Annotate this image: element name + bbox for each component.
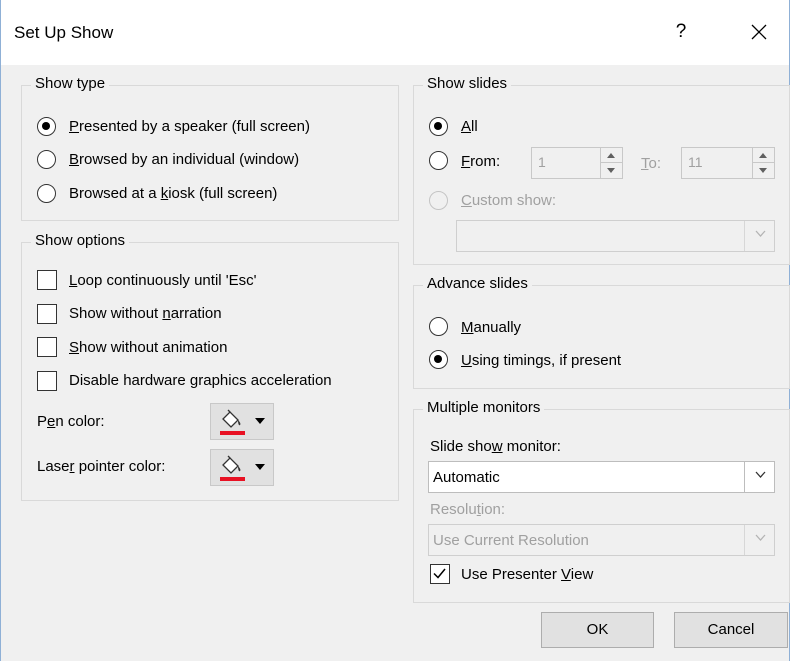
pen-color-label: Pen color:	[37, 413, 105, 430]
spin-up-arrow-icon	[759, 153, 767, 158]
checkbox-loop-continuously[interactable]	[37, 270, 57, 290]
radio-browsed-at-kiosk[interactable]	[37, 184, 56, 203]
slide-show-monitor-value: Automatic	[433, 469, 500, 486]
paint-bucket-icon	[222, 455, 241, 474]
from-spin-down-button[interactable]	[601, 163, 622, 178]
laser-pointer-color-label: Laser pointer color:	[37, 458, 166, 475]
laser-color-swatch	[220, 477, 245, 481]
to-slide-value: 11	[688, 154, 703, 170]
chevron-down-icon	[755, 230, 766, 237]
radio-custom-show-label[interactable]: Custom show:	[461, 192, 556, 209]
chevron-down-icon	[755, 534, 766, 541]
radio-custom-show[interactable]	[429, 191, 448, 210]
from-slide-value: 1	[538, 154, 546, 170]
radio-from-slides[interactable]	[429, 151, 448, 170]
to-spin-down-button[interactable]	[753, 163, 774, 178]
help-button[interactable]: ?	[669, 18, 693, 46]
laser-pointer-color-button[interactable]	[210, 449, 274, 486]
radio-presented-by-speaker[interactable]	[37, 117, 56, 136]
to-slide-spinner[interactable]: 11	[681, 147, 775, 179]
resolution-label: Resolution:	[430, 501, 506, 518]
pen-color-swatch	[220, 431, 245, 435]
spin-down-arrow-icon	[759, 168, 767, 173]
radio-all-slides[interactable]	[429, 117, 448, 136]
title-bar: Set Up Show ?	[1, 0, 789, 65]
checkbox-disable-hw-acceleration-label[interactable]: Disable hardware graphics acceleration	[69, 372, 332, 389]
paint-bucket-icon	[222, 409, 241, 428]
pen-color-button[interactable]	[210, 403, 274, 440]
ok-button[interactable]: OK	[541, 612, 654, 648]
advance-slides-legend: Advance slides	[423, 275, 532, 292]
radio-browsed-at-kiosk-label[interactable]: Browsed at a kiosk (full screen)	[69, 185, 277, 202]
checkbox-without-animation-label[interactable]: Show without animation	[69, 339, 227, 356]
checkbox-without-narration-label[interactable]: Show without narration	[69, 305, 222, 322]
from-spin-up-button[interactable]	[601, 148, 622, 163]
resolution-value: Use Current Resolution	[433, 532, 589, 549]
spin-up-arrow-icon	[607, 153, 615, 158]
checkbox-use-presenter-view[interactable]	[430, 564, 450, 584]
checkbox-without-narration[interactable]	[37, 304, 57, 324]
radio-using-timings[interactable]	[429, 350, 448, 369]
checkmark-icon	[433, 568, 446, 579]
resolution-select[interactable]: Use Current Resolution	[428, 524, 775, 556]
close-button[interactable]	[741, 18, 777, 46]
spin-down-arrow-icon	[607, 168, 615, 173]
radio-manually[interactable]	[429, 317, 448, 336]
pen-color-dropdown-arrow	[255, 418, 265, 424]
show-type-legend: Show type	[31, 75, 110, 92]
checkbox-use-presenter-view-label[interactable]: Use Presenter View	[461, 566, 593, 583]
from-spinner-buttons	[600, 148, 622, 178]
resolution-dropdown-button[interactable]	[744, 525, 774, 555]
radio-presented-by-speaker-label[interactable]: Presented by a speaker (full screen)	[69, 118, 310, 135]
slide-show-monitor-label: Slide show monitor:	[430, 438, 561, 455]
to-spin-up-button[interactable]	[753, 148, 774, 163]
checkbox-without-animation[interactable]	[37, 337, 57, 357]
multiple-monitors-legend: Multiple monitors	[423, 399, 545, 416]
radio-browsed-by-individual[interactable]	[37, 150, 56, 169]
radio-manually-label[interactable]: Manually	[461, 319, 521, 336]
checkbox-loop-continuously-label[interactable]: Loop continuously until 'Esc'	[69, 272, 257, 289]
advance-slides-group: Advance slides	[413, 275, 790, 389]
to-spinner-buttons	[752, 148, 774, 178]
close-icon	[751, 24, 767, 40]
laser-color-dropdown-arrow	[255, 464, 265, 470]
custom-show-select[interactable]	[456, 220, 775, 252]
chevron-down-icon	[755, 471, 766, 478]
custom-show-dropdown-button[interactable]	[744, 221, 774, 251]
set-up-show-dialog: Set Up Show ? Show type Presented by a s…	[0, 0, 790, 661]
show-options-legend: Show options	[31, 232, 130, 249]
dialog-title: Set Up Show	[14, 23, 114, 42]
radio-all-slides-label[interactable]: All	[461, 118, 478, 135]
show-slides-legend: Show slides	[423, 75, 512, 92]
radio-from-slides-label[interactable]: From:	[461, 153, 500, 170]
to-slide-label: To:	[641, 155, 662, 172]
monitor-dropdown-button[interactable]	[744, 462, 774, 492]
radio-browsed-by-individual-label[interactable]: Browsed by an individual (window)	[69, 151, 299, 168]
slide-show-monitor-select[interactable]: Automatic	[428, 461, 775, 493]
radio-using-timings-label[interactable]: Using timings, if present	[461, 352, 621, 369]
checkbox-disable-hw-acceleration[interactable]	[37, 371, 57, 391]
cancel-button[interactable]: Cancel	[674, 612, 788, 648]
from-slide-spinner[interactable]: 1	[531, 147, 623, 179]
